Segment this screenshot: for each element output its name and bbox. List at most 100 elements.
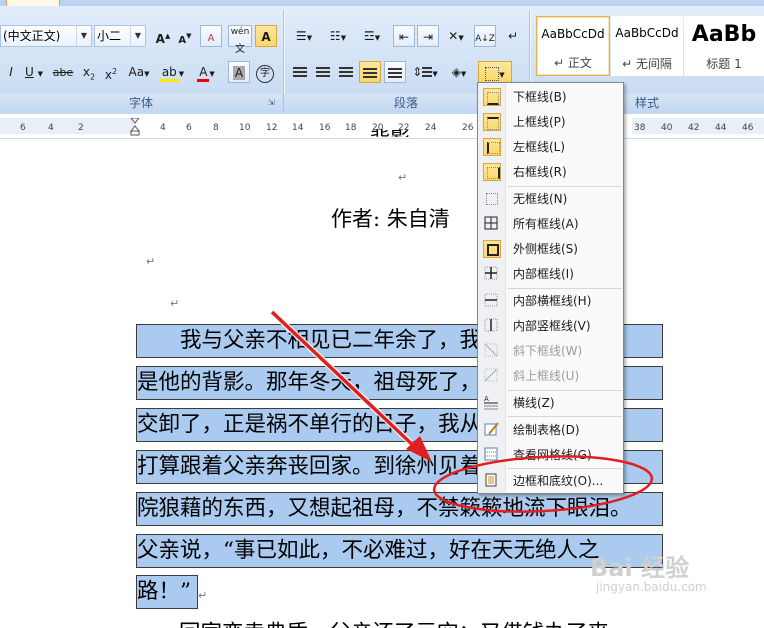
bullets-icon[interactable]: ☰▼ bbox=[289, 25, 319, 47]
text-highlight-icon[interactable]: ab ▼ bbox=[158, 61, 186, 83]
sort-icon[interactable]: A↓Z bbox=[474, 25, 496, 47]
ruler-tick: 44 bbox=[715, 123, 727, 133]
menu-item-diagonal-down-border[interactable]: 斜下框线(W) bbox=[479, 339, 622, 363]
left-border-icon bbox=[483, 138, 501, 156]
menu-item-horizontal-line[interactable]: A 横线(Z) bbox=[479, 391, 622, 415]
style-heading-1[interactable]: AaBb 标题 1 bbox=[684, 16, 764, 76]
shrink-font-icon[interactable]: A▼ bbox=[174, 25, 196, 47]
selected-text-line[interactable]: 院狼藉的东西，又想起祖母，不禁簌簌地流下眼泪。 bbox=[136, 492, 663, 526]
ruler-tick: 12 bbox=[266, 123, 278, 133]
style-name: ↵ 无间隔 bbox=[622, 57, 672, 71]
menu-item-inside-horizontal-border[interactable]: 内部横框线(H) bbox=[479, 289, 622, 313]
decrease-indent-icon[interactable]: ⇤ bbox=[393, 25, 415, 47]
ruler-tick: 26 bbox=[462, 123, 474, 133]
menu-separator bbox=[508, 416, 622, 417]
show-formatting-icon[interactable]: ↵ bbox=[502, 25, 524, 47]
superscript-icon[interactable]: x2 bbox=[100, 61, 122, 83]
menu-item-view-gridlines[interactable]: 查看网格线(G) bbox=[479, 443, 622, 467]
character-shading-icon[interactable]: A bbox=[228, 61, 250, 83]
borders-dropdown-menu: 下框线(B) 上框线(P) 左框线(L) 右框线(R) 无框线(N) 所有框线(… bbox=[477, 82, 624, 494]
menu-item-label: 内部横框线(H) bbox=[513, 294, 592, 308]
align-right-icon[interactable] bbox=[335, 61, 357, 83]
watermark-brand: Bai 经验 bbox=[590, 554, 690, 582]
underline-icon[interactable]: U ▼ bbox=[20, 61, 48, 83]
menu-item-borders-and-shading[interactable]: 边框和底纹(O)... bbox=[479, 469, 622, 493]
menu-item-label: 上框线(P) bbox=[513, 115, 566, 129]
selected-text-line[interactable]: 路！” bbox=[136, 575, 198, 609]
chevron-down-icon[interactable]: ▼ bbox=[76, 26, 91, 46]
italic-icon[interactable]: I bbox=[0, 61, 22, 83]
strikethrough-icon[interactable]: abe bbox=[50, 61, 76, 83]
chinese-layout-icon[interactable]: ✕▼ bbox=[443, 25, 469, 47]
document-title: 背影 bbox=[370, 123, 410, 137]
menu-item-all-borders[interactable]: 所有框线(A) bbox=[479, 212, 622, 236]
clear-format-icon[interactable]: A bbox=[200, 25, 222, 47]
menu-item-inside-borders[interactable]: 内部框线(I) bbox=[479, 262, 622, 286]
document-page[interactable]: 背影 ↵ 作者: 朱自清 ↵ ↵ 我与父亲不相见已二年余了，我最不能忘记的 是他… bbox=[0, 127, 764, 628]
justify-icon[interactable] bbox=[359, 61, 381, 83]
style-no-spacing[interactable]: AaBbCcDd ↵ 无间隔 bbox=[611, 16, 683, 76]
paragraph-mark: ↵ bbox=[198, 589, 208, 602]
tab-home[interactable] bbox=[6, 0, 60, 6]
selected-text-line[interactable]: 父亲说，“事已如此，不必难过，好在天无绝人之 bbox=[136, 534, 663, 568]
chevron-down-icon[interactable]: ▼ bbox=[130, 26, 145, 46]
align-center-icon[interactable] bbox=[312, 61, 334, 83]
menu-item-label: 绘制表格(D) bbox=[513, 423, 580, 437]
bottom-border-icon bbox=[483, 88, 501, 106]
line-spacing-icon[interactable]: ⇕ ▼ bbox=[410, 61, 440, 83]
style-sample: AaBbCcDd bbox=[541, 27, 605, 41]
font-size-box[interactable]: 小二 ▼ bbox=[94, 25, 146, 47]
indent-marker-icon[interactable] bbox=[129, 117, 141, 136]
shading-icon[interactable]: ◈▼ bbox=[444, 61, 474, 83]
menu-item-label: 斜下框线(W) bbox=[513, 344, 583, 358]
no-border-icon bbox=[483, 190, 501, 208]
phonetic-guide-icon[interactable]: wén 文 bbox=[228, 25, 252, 55]
font-dialog-launcher-icon[interactable]: ⇲ bbox=[268, 98, 278, 108]
menu-item-diagonal-up-border[interactable]: 斜上框线(U) bbox=[479, 364, 622, 388]
grow-font-icon[interactable]: A▲ bbox=[152, 25, 174, 47]
draw-table-icon bbox=[483, 421, 501, 439]
menu-item-bottom-border[interactable]: 下框线(B) bbox=[479, 85, 622, 109]
subscript-icon[interactable]: x2 bbox=[78, 61, 100, 83]
menu-item-label: 无框线(N) bbox=[513, 192, 568, 206]
numbering-icon[interactable]: ☷▼ bbox=[323, 25, 353, 47]
menu-item-label: 内部框线(I) bbox=[513, 267, 574, 281]
menu-item-draw-table[interactable]: 绘制表格(D) bbox=[479, 418, 622, 442]
enclose-characters-icon[interactable]: 字 bbox=[254, 61, 276, 83]
multilevel-list-icon[interactable]: ☲▼ bbox=[357, 25, 387, 47]
distributed-icon[interactable] bbox=[384, 61, 406, 83]
menu-item-label: 下框线(B) bbox=[513, 90, 567, 104]
change-case-icon[interactable]: Aa▼ bbox=[124, 61, 154, 83]
increase-indent-icon[interactable]: ⇥ bbox=[417, 25, 439, 47]
baidu-watermark: Bai 经验 jingyan.baidu.com bbox=[590, 556, 707, 594]
ruler-tick: 2 bbox=[78, 123, 84, 133]
menu-item-outside-borders[interactable]: 外侧框线(S) bbox=[479, 237, 622, 261]
style-name: 标题 1 bbox=[706, 57, 742, 71]
ruler-tick: 38 bbox=[634, 123, 646, 133]
ruler-tick: 8 bbox=[213, 123, 219, 133]
align-left-icon[interactable] bbox=[289, 61, 311, 83]
menu-item-top-border[interactable]: 上框线(P) bbox=[479, 110, 622, 134]
ribbon: (中文正文) ▼ 小二 ▼ A▲ A▼ A wén 文 A I U ▼ abe x2 … bbox=[0, 0, 764, 115]
diagonal-up-border-icon bbox=[483, 367, 501, 385]
svg-text:A: A bbox=[484, 395, 489, 403]
menu-item-left-border[interactable]: 左框线(L) bbox=[479, 135, 622, 159]
borders-button[interactable]: ▼ bbox=[478, 61, 512, 83]
outside-borders-icon bbox=[483, 240, 501, 258]
style-sample: AaBbCcDd bbox=[615, 26, 679, 40]
ruler-tick: 6 bbox=[186, 123, 192, 133]
borders-shading-icon bbox=[483, 472, 501, 490]
menu-item-label: 查看网格线(G) bbox=[513, 448, 592, 462]
font-color-icon[interactable]: A ▼ bbox=[192, 61, 220, 83]
watermark-url: jingyan.baidu.com bbox=[596, 580, 707, 594]
ruler-tick: 40 bbox=[661, 123, 673, 133]
menu-item-label: 边框和底纹(O)... bbox=[513, 474, 604, 488]
menu-item-inside-vertical-border[interactable]: 内部竖框线(V) bbox=[479, 314, 622, 338]
font-name-box[interactable]: (中文正文) ▼ bbox=[0, 25, 92, 47]
character-border-icon[interactable]: A bbox=[255, 25, 277, 47]
menu-item-no-border[interactable]: 无框线(N) bbox=[479, 187, 622, 211]
top-border-icon bbox=[483, 113, 501, 131]
menu-item-right-border[interactable]: 右框线(R) bbox=[479, 160, 622, 184]
style-normal[interactable]: AaBbCcDd ↵ 正文 bbox=[536, 16, 610, 76]
right-border-icon bbox=[483, 163, 501, 181]
